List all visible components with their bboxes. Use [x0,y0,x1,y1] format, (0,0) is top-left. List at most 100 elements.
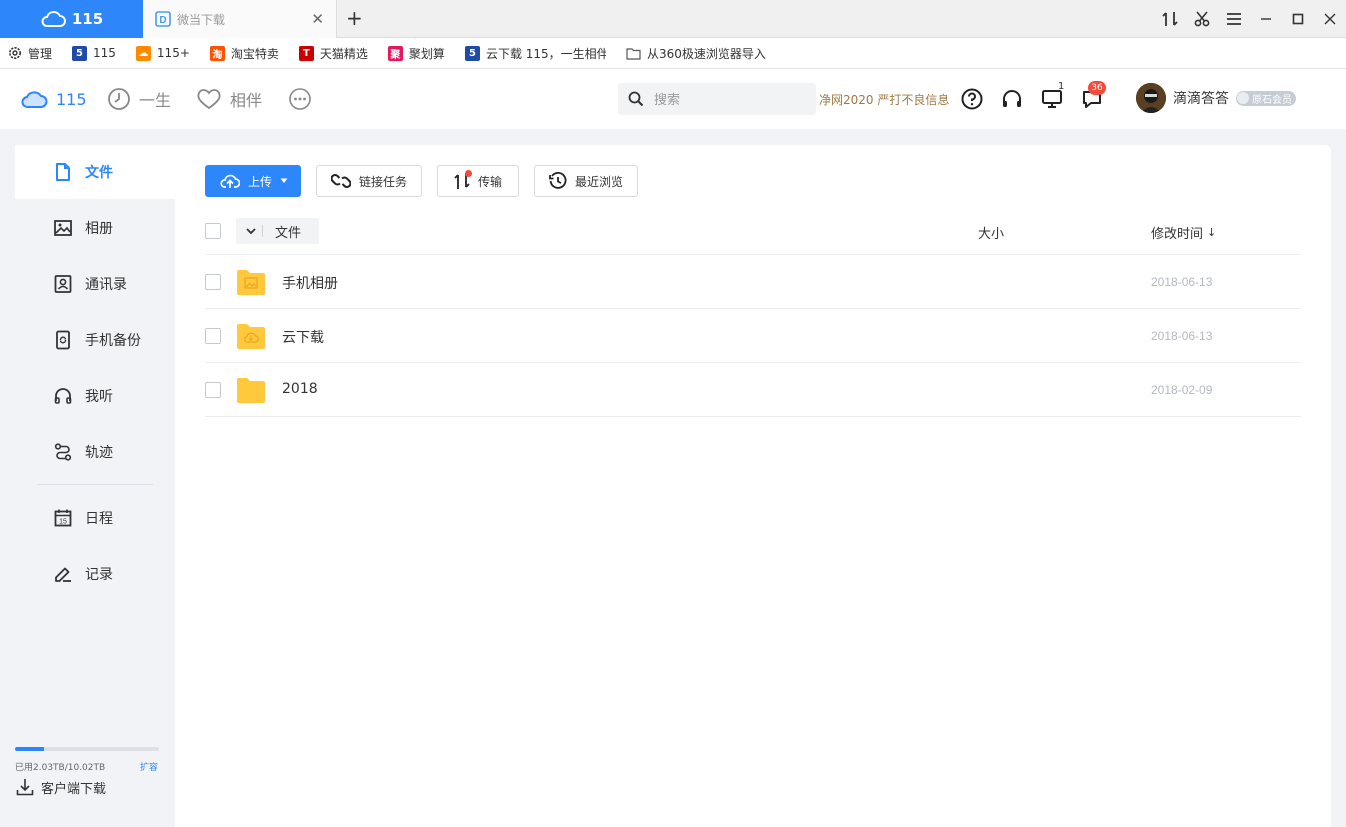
search-input[interactable] [654,91,804,107]
sidebar-item-track[interactable]: 轨迹 [15,425,175,479]
storage-progress-fill [15,747,45,751]
column-file-label: 文件 [275,225,302,241]
search-box[interactable] [618,83,816,115]
download-icon [15,777,35,797]
search-icon [628,91,644,107]
nav-115[interactable]: 115 [20,69,87,129]
nav-xiangban[interactable]: 相伴 [196,69,262,129]
transfer-icon[interactable] [1154,0,1186,38]
bookmark-label: 115+ [156,46,190,60]
bookmark-taobao[interactable]: 淘 淘宝特卖 [209,45,279,62]
tab-115[interactable]: 115 [0,0,143,38]
message-badge: 36 [1088,81,1106,95]
sidebar-item-notes[interactable]: 记录 [15,547,175,601]
cloud-icon [20,89,48,109]
maximize-icon[interactable] [1282,0,1314,38]
device-icon[interactable]: 1 [1040,81,1064,111]
bookmark-label: 管理 [28,46,53,61]
nav-label: 115 [56,89,87,109]
user-menu[interactable]: 滴滴答答 原石会员 [1136,83,1296,113]
toolbar: 上传 链接任务 传输 最近浏览 [205,165,639,197]
folder-photo-icon [236,268,266,296]
message-icon[interactable]: 36 [1080,81,1106,111]
caret-down-icon [280,178,288,184]
file-name[interactable]: 2018 [282,381,318,397]
member-badge[interactable]: 原石会员 [1236,90,1296,106]
table-row[interactable]: 云下载 2018-06-13 [205,309,1301,363]
clock-icon [107,87,131,111]
115-s-icon: 5 [464,45,480,61]
expand-storage-link[interactable]: 扩容 [140,760,158,773]
minimize-icon[interactable] [1250,0,1282,38]
avatar [1136,83,1166,113]
upload-button[interactable]: 上传 [205,165,302,197]
close-icon[interactable] [1314,0,1346,38]
link-task-button[interactable]: 链接任务 [316,165,423,197]
bookmark-label: 聚划算 [408,46,445,61]
client-download-button[interactable]: 客户端下载 [15,777,106,797]
headphones-icon[interactable] [1000,87,1024,111]
column-size[interactable]: 大小 [978,223,1004,242]
sidebar-item-label: 轨迹 [85,445,113,461]
column-modified-time[interactable]: 修改时间 ↓ [1151,223,1216,242]
sidebar-item-contacts[interactable]: 通讯录 [15,257,175,311]
window-controls [1154,0,1346,38]
bookmark-manage[interactable]: 管理 [8,45,52,62]
recent-button[interactable]: 最近浏览 [534,165,639,197]
sidebar-item-album[interactable]: 相册 [15,201,175,255]
browser-tab-bar: 115 D 微当下载 ✕ + [0,0,1346,38]
storage-text: 已用2.03TB/10.02TB [15,763,106,773]
row-checkbox[interactable] [205,328,221,344]
bookmark-label: 淘宝特卖 [230,46,279,61]
device-badge: 1 [1058,81,1065,92]
sidebar-item-files[interactable]: 文件 [15,145,175,199]
bookmarks-bar: 管理 5 115 ☁ 115+ 淘 淘宝特卖 T 天猫精选 聚 聚划算 5 云下… [0,38,1346,69]
sidebar-item-schedule[interactable]: 15 日程 [15,491,175,545]
folder-cloud-icon [236,322,266,350]
client-download-label: 客户端下载 [41,781,107,797]
folder-outline-icon [626,47,641,60]
bookmark-115-plus[interactable]: ☁ 115+ [135,45,190,61]
link-icon [331,174,352,188]
recent-label: 最近浏览 [575,174,624,189]
app-header: 115 一生 相伴 净网2020 严打不良信息 1 36 [0,69,1346,129]
menu-icon[interactable] [1218,0,1250,38]
main-panel: 上传 链接任务 传输 最近浏览 文件 大小 修改时间 ↓ 手机相册 2018-0… [175,145,1331,827]
column-mtime-label: 修改时间 [1151,227,1204,242]
new-tab-button[interactable]: + [346,8,363,28]
table-row[interactable]: 2018 2018-02-09 [205,363,1301,417]
tab-close-icon[interactable]: ✕ [311,12,324,27]
bookmark-label: 115 [93,46,116,60]
bookmark-import[interactable]: 从360极速浏览器导入 [626,45,766,62]
bookmark-115[interactable]: 5 115 [72,45,116,61]
bookmark-tmall[interactable]: T 天猫精选 [298,45,368,62]
heart-icon [196,87,222,111]
help-icon[interactable] [960,87,984,111]
table-header: 文件 大小 修改时间 ↓ [205,217,1301,255]
bookmark-yunxiazai[interactable]: 5 云下载 115，一生相伴 [464,45,606,62]
select-all-checkbox[interactable] [205,223,221,239]
sidebar-item-label: 日程 [85,511,113,527]
file-name[interactable]: 手机相册 [282,273,338,293]
sidebar-item-phone-backup[interactable]: 手机备份 [15,313,175,367]
sidebar: 文件 相册 通讯录 手机备份 我听 轨迹 15 日程 记录 已用2.03TB/1… [15,145,175,827]
file-date: 2018-06-13 [1151,329,1213,343]
bookmark-juhuasuan[interactable]: 聚 聚划算 [387,45,445,62]
table-row[interactable]: 手机相册 2018-06-13 [205,255,1301,309]
username: 滴滴答答 [1173,91,1229,107]
transfer-button[interactable]: 传输 [437,165,520,197]
scissors-icon[interactable] [1186,0,1218,38]
sidebar-item-listen[interactable]: 我听 [15,369,175,423]
sidebar-item-label: 通讯录 [85,277,127,293]
notice-link[interactable]: 净网2020 严打不良信息 [819,91,949,108]
nav-more[interactable] [288,69,312,129]
row-checkbox[interactable] [205,382,221,398]
bookmark-label: 从360极速浏览器导入 [646,46,766,61]
file-name[interactable]: 云下载 [282,327,324,347]
tab-weidown[interactable]: D 微当下载 ✕ [143,0,337,38]
sidebar-item-label: 我听 [85,389,113,405]
sort-dropdown[interactable]: 文件 [236,218,319,244]
tab-label: 115 [71,10,104,28]
row-checkbox[interactable] [205,274,221,290]
nav-yisheng[interactable]: 一生 [107,69,171,129]
